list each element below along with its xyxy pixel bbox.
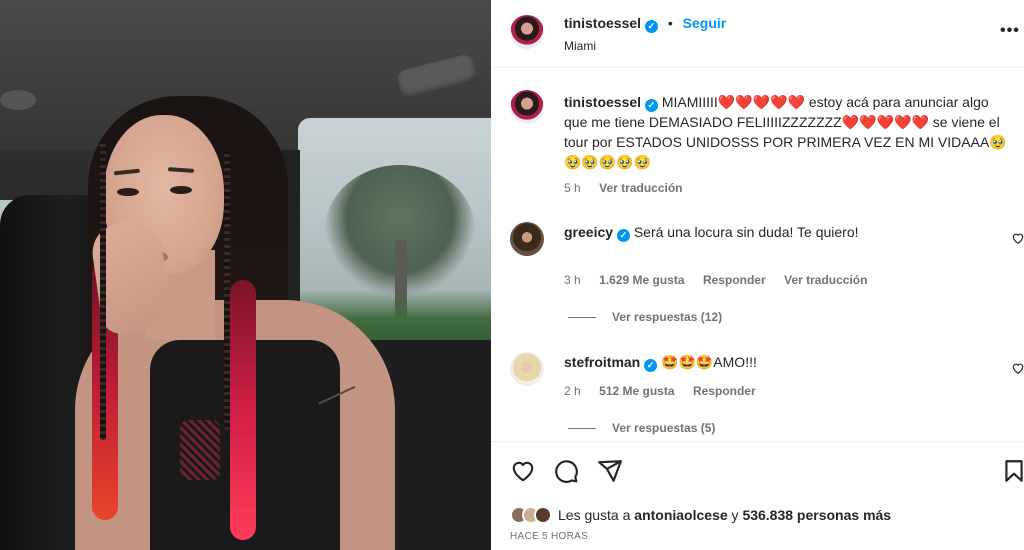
verified-badge-icon: ✓ bbox=[644, 20, 658, 33]
location-link[interactable]: Miami bbox=[564, 39, 596, 53]
comment-body: 🤩🤩🤩AMO!!! bbox=[661, 354, 757, 370]
separator-dot: • bbox=[667, 15, 673, 31]
commenter-avatar[interactable] bbox=[510, 352, 544, 386]
likes-summary: Les gusta a antoniaolcese y 536.838 pers… bbox=[510, 504, 891, 526]
commenter-username[interactable]: greeicy bbox=[564, 224, 613, 240]
reply-button[interactable]: Responder bbox=[693, 384, 756, 398]
author-username[interactable]: tinistoessel bbox=[564, 15, 641, 31]
likes-middle: y bbox=[727, 507, 743, 523]
reply-button[interactable]: Responder bbox=[703, 273, 766, 287]
follow-button[interactable]: Seguir bbox=[683, 15, 727, 31]
commenter-username[interactable]: stefroitman bbox=[564, 354, 640, 370]
comment-likes-count[interactable]: 512 Me gusta bbox=[599, 384, 674, 398]
view-replies-label: Ver respuestas (12) bbox=[612, 310, 723, 324]
verified-badge-icon: ✓ bbox=[644, 359, 658, 372]
comment-body: Será una locura sin duda! Te quiero! bbox=[633, 224, 859, 240]
liker-username-link[interactable]: antoniaolcese bbox=[634, 507, 727, 523]
replies-divider bbox=[568, 316, 596, 318]
caption-meta: 5 h Ver traducción bbox=[564, 179, 697, 197]
author-row: tinistoessel ✓ • Seguir bbox=[564, 15, 726, 33]
comment-time: 2 h bbox=[564, 384, 581, 398]
caption-username[interactable]: tinistoessel bbox=[564, 94, 641, 110]
comment-likes-count[interactable]: 1.629 Me gusta bbox=[599, 273, 684, 287]
caption-time: 5 h bbox=[564, 181, 581, 195]
post-details-panel: tinistoessel ✓ • Seguir Miami ••• tinist… bbox=[491, 0, 1024, 550]
more-options-icon[interactable]: ••• bbox=[1000, 22, 1020, 40]
action-bar bbox=[491, 441, 1024, 501]
likes-count-link[interactable]: 536.838 personas más bbox=[742, 507, 891, 523]
replies-divider bbox=[568, 427, 596, 429]
liker-avatar bbox=[534, 506, 552, 524]
view-replies-label: Ver respuestas (5) bbox=[612, 421, 716, 435]
verified-badge-icon: ✓ bbox=[616, 229, 630, 242]
heart-icon[interactable] bbox=[510, 458, 538, 486]
braid bbox=[224, 150, 230, 430]
comment-icon[interactable] bbox=[553, 458, 581, 486]
comment-meta: 3 h 1.629 Me gusta Responder Ver traducc… bbox=[564, 271, 881, 289]
comment-meta: 2 h 512 Me gusta Responder bbox=[564, 382, 770, 400]
tank-top-print bbox=[180, 420, 220, 480]
comment-like-heart-icon[interactable] bbox=[1011, 361, 1024, 375]
post-header: tinistoessel ✓ • Seguir Miami ••• bbox=[491, 0, 1024, 68]
verified-badge-icon: ✓ bbox=[644, 99, 658, 112]
comment-text: stefroitman ✓ 🤩🤩🤩AMO!!! bbox=[564, 352, 994, 372]
dome-light bbox=[0, 90, 36, 110]
comment-like-heart-icon[interactable] bbox=[1011, 231, 1024, 245]
likes-prefix: Les gusta a bbox=[558, 507, 635, 523]
view-replies-button[interactable]: Ver respuestas (12) bbox=[568, 310, 722, 324]
bookmark-icon[interactable] bbox=[1001, 458, 1024, 486]
caption-text: tinistoessel ✓ MIAMIIIII❤️❤️❤️❤️❤️ estoy… bbox=[564, 92, 1014, 172]
share-icon[interactable] bbox=[597, 458, 625, 486]
author-avatar[interactable] bbox=[510, 15, 544, 49]
see-translation-link[interactable]: Ver traducción bbox=[784, 273, 867, 287]
comment-time: 3 h bbox=[564, 273, 581, 287]
caption-avatar[interactable] bbox=[510, 90, 544, 124]
post-image[interactable] bbox=[0, 0, 491, 550]
post-timestamp[interactable]: HACE 5 HORAS bbox=[510, 531, 588, 542]
eye bbox=[170, 186, 192, 194]
see-translation-link[interactable]: Ver traducción bbox=[599, 181, 682, 195]
red-hair-streak bbox=[230, 280, 256, 540]
eye bbox=[117, 188, 139, 196]
view-replies-button[interactable]: Ver respuestas (5) bbox=[568, 421, 715, 435]
commenter-avatar[interactable] bbox=[510, 222, 544, 256]
braid bbox=[100, 140, 106, 440]
comment-text: greeicy ✓ Será una locura sin duda! Te q… bbox=[564, 222, 994, 242]
